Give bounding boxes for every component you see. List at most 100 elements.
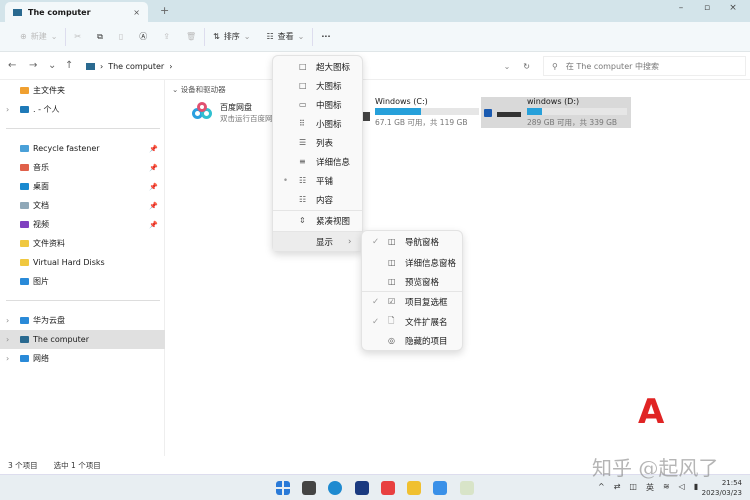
view-menu-item[interactable]: ☷ 内容 [273,190,362,209]
chevron-up-icon[interactable]: ^ [598,482,605,493]
minimize-button[interactable]: – [670,3,692,13]
back-button[interactable]: ← [8,60,16,71]
file-explorer-icon[interactable] [407,481,421,495]
pane-icon: ◫ [388,237,396,246]
view-menu-item[interactable]: ▭ 中图标 [273,95,362,114]
show-menu-item[interactable]: ◫ 详细信息窗格 [362,253,462,272]
show-menu-item[interactable]: ✓ ◫ 导航窗格 [362,232,462,251]
sidebar-item[interactable]: 音乐 📌 [6,158,164,177]
recent-dropdown[interactable]: ⌄ [48,60,56,71]
new-tab-button[interactable]: + [160,4,169,17]
checkbox-checked[interactable] [484,109,492,117]
drive-c[interactable]: Windows (C:) 67.1 GB 可用，共 119 GB [375,97,479,128]
folder-icon [20,145,29,152]
title-bar: The computer × + – ▫ × [0,0,750,22]
sidebar-item[interactable]: 主文件夹 [6,81,164,100]
sort-button[interactable]: ⇅ 排序 ⌄ [205,31,258,42]
sidebar-item[interactable]: › The computer [0,330,165,349]
address-dropdown[interactable]: ⌄ [504,62,511,71]
copy-button[interactable]: ⧉ [89,32,111,42]
new-button[interactable]: ⊕ 新建 ⌄ [12,31,65,42]
transfer-icon[interactable]: ⇄ [614,482,621,493]
pin-icon[interactable]: 📌 [149,145,158,153]
clock[interactable]: 21:54 2023/03/23 [702,478,742,498]
sidebar-item[interactable]: Recycle fastener 📌 [6,139,164,158]
battery-icon[interactable]: ▮ [694,482,698,493]
sidebar-item[interactable]: 视频 📌 [6,215,164,234]
scissors-icon: ✂ [74,32,82,41]
view-button[interactable]: ☷ 查看 ⌄ [259,31,313,42]
folder-icon [20,87,29,94]
annotation-letter: A [638,392,665,432]
app-icon[interactable] [460,481,474,495]
show-menu-item[interactable]: ◎ 隐藏的项目 [362,331,462,350]
show-menu-item[interactable]: ◫ 预览窗格 [362,272,462,291]
app-icon[interactable] [381,481,395,495]
start-icon[interactable] [276,481,290,495]
view-menu-item[interactable]: • ☷ 平铺 [273,171,362,190]
delete-button[interactable]: 🗑 [178,32,204,41]
sidebar-item[interactable]: 文件资料 [6,234,164,253]
cloud-icon[interactable] [433,481,447,495]
tab-the-computer[interactable]: The computer × [5,2,148,22]
store-icon[interactable] [355,481,369,495]
edge-icon[interactable] [328,481,342,495]
view-mode-icon: □ [299,62,307,71]
view-menu-item[interactable]: □ 超大图标 [273,57,362,76]
chevron-right-icon[interactable]: › [6,354,16,363]
navigation-pane: 主文件夹 › . - 个人 Recycle fastener 📌 音乐 📌 桌面 📌 文档 📌 视频 📌… [0,80,165,456]
share-button[interactable]: ⇪ [155,32,178,41]
forward-button[interactable]: → [29,60,37,71]
pane-icon: ◫ [388,277,396,286]
wifi-icon[interactable]: ≋ [663,482,670,493]
maximize-button[interactable]: ▫ [696,3,718,13]
app-tray-icon[interactable]: ◫ [629,482,637,493]
volume-icon[interactable]: ◁ [679,482,685,493]
chevron-right-icon[interactable]: › [6,105,16,114]
folder-icon [20,317,29,324]
section-header[interactable]: ⌄ 设备和驱动器 [172,84,226,95]
view-menu-item[interactable]: ≡ 详细信息 [273,152,362,171]
view-menu-item[interactable]: ☰ 列表 [273,133,362,152]
computer-icon [13,8,22,16]
drive-d[interactable]: windows (D:) 289 GB 可用，共 339 GB [481,97,631,128]
chevron-right-icon[interactable]: › [6,316,16,325]
breadcrumb[interactable]: The computer [108,62,164,71]
pin-icon[interactable]: 📌 [149,183,158,191]
sidebar-item[interactable]: › 网络 [6,349,164,368]
view-menu-item[interactable]: ⠿ 小图标 [273,114,362,133]
sidebar-item[interactable]: Virtual Hard Disks [6,253,164,272]
cut-button[interactable]: ✂ [66,32,89,41]
divider [6,300,160,301]
refresh-button[interactable]: ↻ [523,62,530,71]
app-icon[interactable] [302,481,316,495]
search-input[interactable]: ⚲ 在 The computer 中搜索 [543,56,746,76]
sidebar-item-label: 文档 [33,201,49,210]
pin-icon[interactable]: 📌 [149,164,158,172]
paste-button[interactable]: ▯ [111,32,131,41]
show-submenu: ✓ ◫ 导航窗格 ◫ 详细信息窗格 ◫ 预览窗格 ✓ ☑ 项目复选框 ✓ 🗋 文件扩展名 ◎ 隐藏的项目 [361,230,463,351]
sidebar-item-label: 图片 [33,277,49,286]
pin-icon[interactable]: 📌 [149,202,158,210]
pin-icon[interactable]: 📌 [149,221,158,229]
show-menu-item[interactable]: ✓ ☑ 项目复选框 [362,292,462,311]
input-language[interactable]: 英 [646,482,654,493]
show-menu-item[interactable]: ✓ 🗋 文件扩展名 [362,312,462,331]
chevron-right-icon[interactable]: › [6,335,16,344]
sidebar-item[interactable]: 桌面 📌 [6,177,164,196]
close-button[interactable]: × [722,3,744,13]
compact-view-item[interactable]: ⇕ 紧凑视图 [273,211,362,230]
close-tab-button[interactable]: × [133,8,140,17]
view-menu-item[interactable]: □ 大图标 [273,76,362,95]
baidu-netdisk-item[interactable]: 百度网盘 双击运行百度网 [192,102,273,124]
sidebar-item[interactable]: › . - 个人 [6,100,164,119]
sidebar-item-label: Virtual Hard Disks [33,258,105,267]
sidebar-item[interactable]: 文档 📌 [6,196,164,215]
show-menu-item[interactable]: 显示 › [273,232,362,251]
up-button[interactable]: ↑ [65,60,73,71]
more-button[interactable]: ··· [313,32,338,41]
rename-button[interactable]: Ⓐ [131,31,155,42]
sidebar-item[interactable]: › 华为云盘 [6,311,164,330]
view-mode-icon: ☷ [299,195,307,204]
sidebar-item[interactable]: 图片 [6,272,164,291]
